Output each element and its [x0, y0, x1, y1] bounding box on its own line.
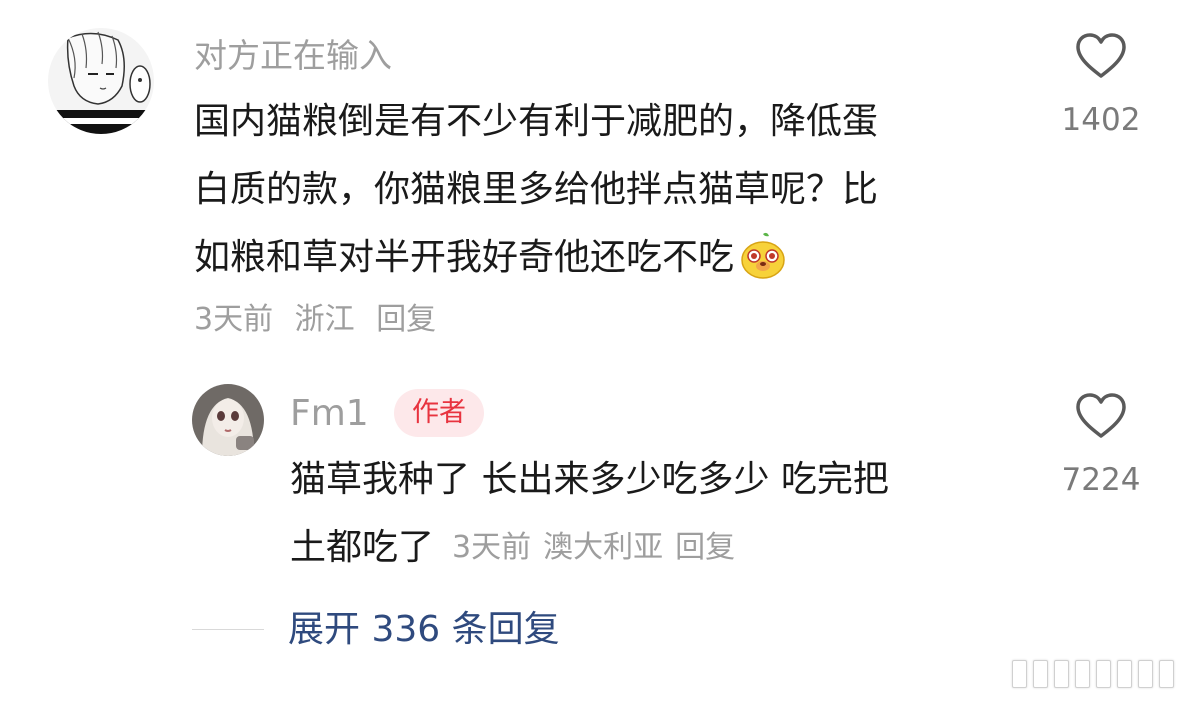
expand-replies-button[interactable]: 展开 336 条回复 — [288, 608, 560, 652]
manga-avatar-image — [48, 28, 154, 134]
comment-line: 国内猫粮倒是有不少有利于减肥的，降低蛋 — [194, 101, 879, 142]
avatar[interactable] — [192, 384, 264, 456]
comment-time: 3天前 — [194, 302, 274, 337]
comment-line-text: 土都吃了 — [290, 527, 435, 568]
watermark-bar — [1159, 660, 1174, 688]
comment-text: 国内猫粮倒是有不少有利于减肥的，降低蛋 白质的款，你猫粮里多给他拌点猫草呢？比 … — [194, 88, 878, 292]
avatar[interactable] — [48, 28, 154, 134]
username[interactable]: Fm1 — [290, 394, 369, 434]
like-count: 7224 — [1061, 462, 1141, 498]
watermark-bar — [1075, 660, 1090, 688]
watermark-bar — [1138, 660, 1153, 688]
dog-face-emoji — [741, 232, 785, 279]
comment-line: 白质的款，你猫粮里多给他拌点猫草呢？比 — [194, 169, 879, 210]
reply-button[interactable]: 回复 — [376, 302, 436, 337]
watermark-bar — [1096, 660, 1111, 688]
comment-line: 如粮和草对半开我好奇他还吃不吃 — [194, 224, 878, 292]
watermark — [1012, 660, 1174, 688]
watermark-bar — [1054, 660, 1069, 688]
username[interactable]: 对方正在输入 — [194, 36, 392, 76]
heart-outline-icon[interactable] — [1074, 32, 1128, 80]
like-button[interactable]: 1402 — [1046, 32, 1156, 140]
watermark-bar — [1117, 660, 1132, 688]
divider — [192, 629, 264, 630]
comment-meta: 3天前 浙江 回复 — [194, 300, 448, 340]
author-badge: 作者 — [394, 389, 484, 437]
watermark-bar — [1033, 660, 1048, 688]
comment-line: 土都吃了 3天前 澳大利亚 回复 — [290, 514, 889, 582]
comment-time: 3天前 — [452, 530, 532, 565]
like-count: 1402 — [1061, 102, 1141, 138]
comment-location: 浙江 — [294, 302, 355, 337]
watermark-bar — [1012, 660, 1027, 688]
comment-line-text: 如粮和草对半开我好奇他还吃不吃 — [194, 237, 735, 278]
heart-outline-icon[interactable] — [1074, 392, 1128, 440]
comment-meta: 3天前 澳大利亚 回复 — [452, 530, 747, 565]
comment-text: 猫草我种了 长出来多少吃多少 吃完把 土都吃了 3天前 澳大利亚 回复 — [290, 446, 889, 582]
reply-button[interactable]: 回复 — [675, 530, 735, 565]
comment-line: 猫草我种了 长出来多少吃多少 吃完把 — [290, 459, 889, 500]
comment-location: 澳大利亚 — [543, 530, 664, 565]
doll-avatar-image — [192, 384, 264, 456]
like-button[interactable]: 7224 — [1046, 392, 1156, 500]
